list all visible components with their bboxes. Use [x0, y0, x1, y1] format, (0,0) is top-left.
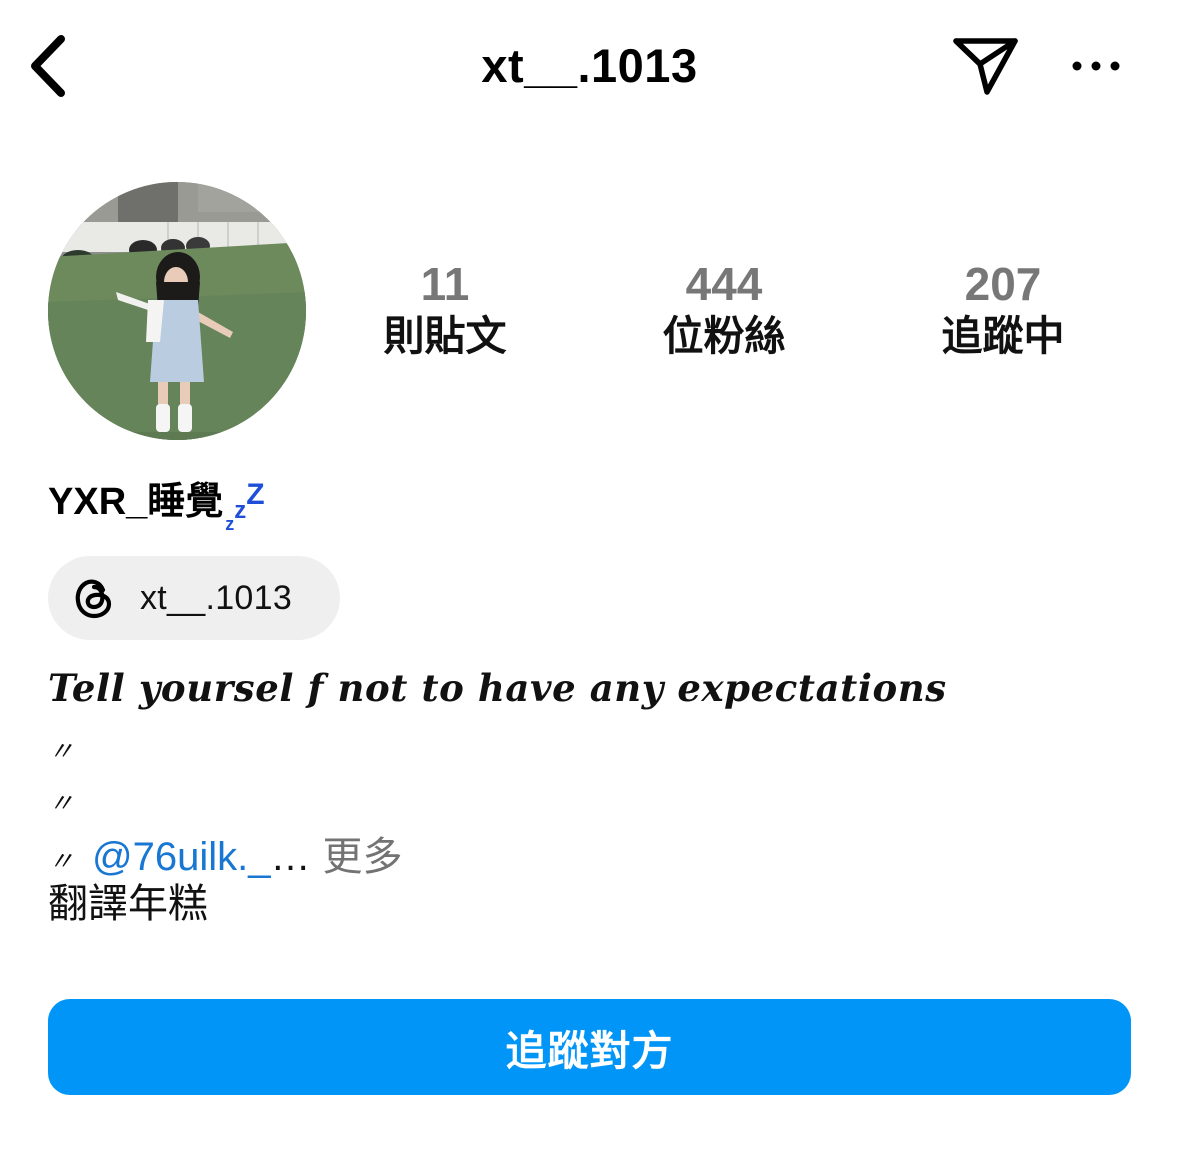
profile-photo — [48, 182, 306, 440]
profile-avatar[interactable] — [48, 182, 306, 440]
posts-count: 11 — [420, 258, 470, 310]
stat-posts[interactable]: 11 則貼文 — [335, 258, 555, 362]
more-options-button[interactable] — [1064, 46, 1128, 86]
followers-count: 444 — [685, 258, 763, 310]
more-horizontal-icon — [1072, 61, 1120, 71]
threads-handle: xt__.1013 — [140, 578, 293, 617]
send-message-button[interactable] — [946, 28, 1026, 102]
threads-link-chip[interactable]: xt__.1013 — [48, 556, 340, 640]
following-label: 追蹤中 — [941, 313, 1065, 359]
bio-line-2: 〃 — [48, 788, 75, 818]
bio-line-3-marks: 〃 — [48, 846, 75, 876]
following-count: 207 — [964, 258, 1042, 310]
bio-more-link[interactable]: 更多 — [323, 824, 403, 882]
top-navigation-bar: xt__.1013 — [0, 0, 1179, 130]
posts-label: 則貼文 — [383, 313, 507, 359]
stat-followers[interactable]: 444 位粉絲 — [614, 258, 834, 362]
followers-label: 位粉絲 — [662, 313, 786, 359]
display-name-text: YXR_睡覺 — [48, 481, 224, 523]
translate-link[interactable]: 翻譯年糕 — [48, 876, 208, 932]
sleep-zzz-icon: zzZ — [225, 478, 265, 534]
display-name: YXR_睡覺zzZ — [48, 474, 265, 536]
bio-quote: Tell yoursel f not to have any expectati… — [48, 666, 947, 710]
paper-plane-icon — [953, 38, 1018, 95]
stat-following[interactable]: 207 追蹤中 — [893, 258, 1113, 362]
follow-button[interactable]: 追蹤對方 — [48, 999, 1131, 1095]
threads-icon — [75, 579, 112, 619]
bio-line-1: 〃 — [48, 736, 75, 766]
bio-ellipsis: … — [270, 835, 311, 879]
